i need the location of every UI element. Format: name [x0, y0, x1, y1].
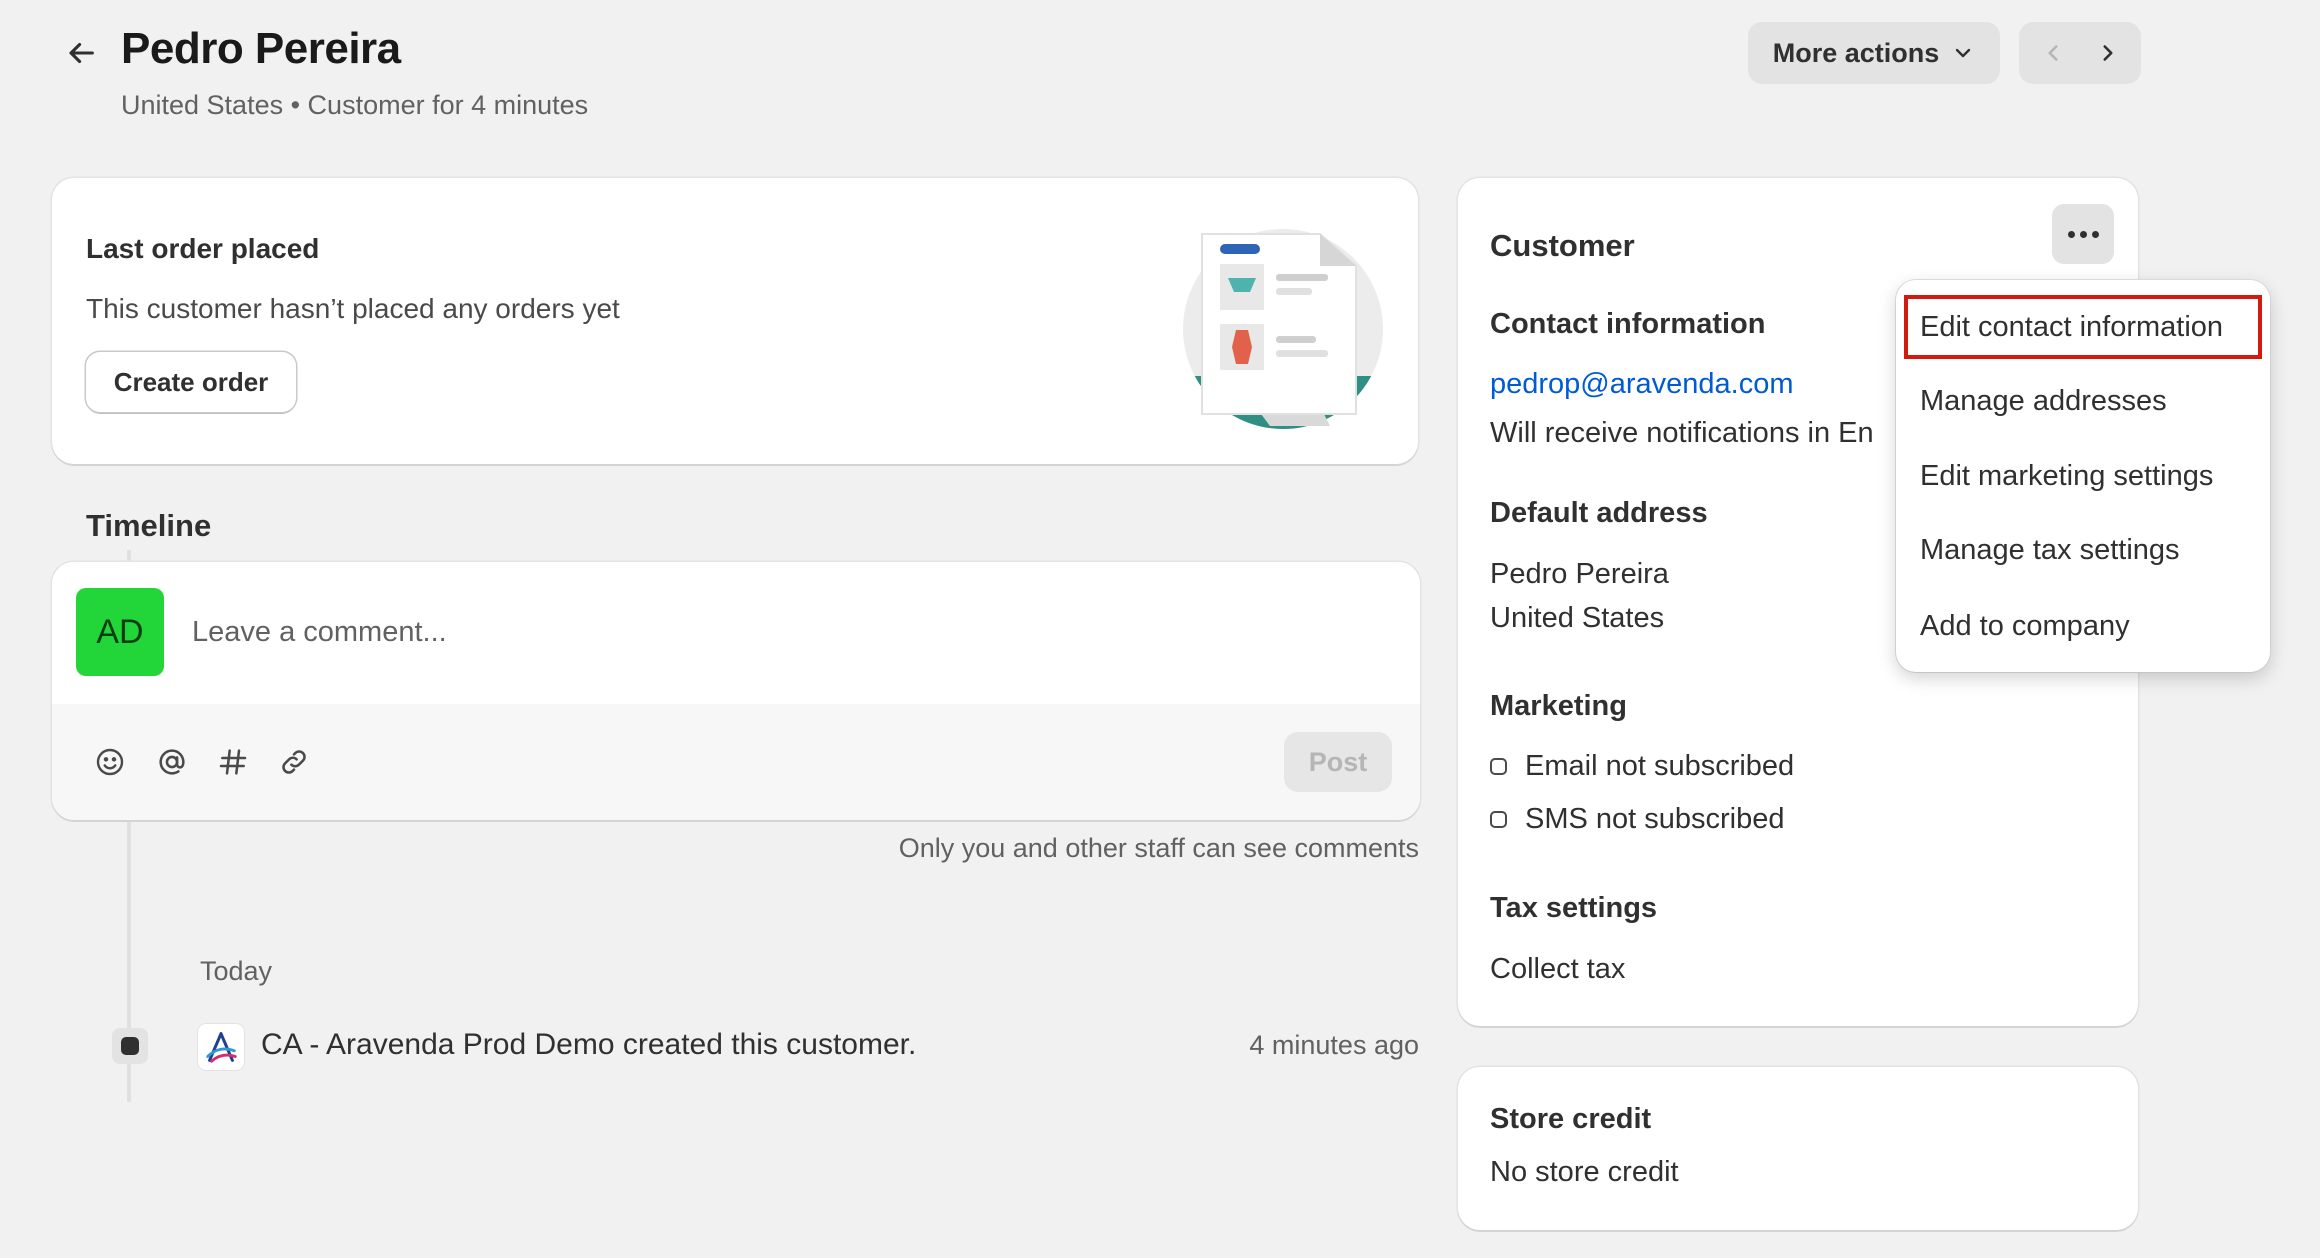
- order-illustration-icon: [1183, 229, 1383, 429]
- timeline-event-time: 4 minutes ago: [1249, 1030, 1419, 1060]
- customer-actions-menu: Edit contact information Manage addresse…: [1896, 280, 2270, 672]
- comment-input[interactable]: [192, 602, 1372, 662]
- menu-item-manage-tax-settings[interactable]: Manage tax settings: [1920, 534, 2180, 567]
- at-sign-icon: [159, 749, 185, 775]
- menu-item-add-to-company[interactable]: Add to company: [1920, 610, 2130, 643]
- menu-item-manage-addresses[interactable]: Manage addresses: [1920, 385, 2167, 418]
- aravenda-logo-icon: [206, 1032, 237, 1063]
- record-pager: [2019, 22, 2141, 84]
- customer-card-title: Customer: [1490, 228, 1635, 263]
- staff-visibility-note: Only you and other staff can see comment…: [898, 833, 1419, 863]
- attach-button[interactable]: [272, 740, 316, 784]
- chevron-left-icon: [2047, 45, 2058, 61]
- last-order-card: Last order placed This customer hasn’t p…: [52, 178, 1418, 464]
- create-order-button[interactable]: Create order: [86, 352, 296, 412]
- comment-toolbar: [52, 704, 1420, 820]
- arrow-left-icon: [69, 42, 94, 64]
- avatar: AD: [76, 588, 164, 676]
- address-country: United States: [1490, 602, 1665, 634]
- sms-marketing-status: SMS not subscribed: [1490, 803, 1785, 836]
- status-indicator-icon: [1490, 758, 1507, 775]
- store-credit-heading: Store credit: [1490, 1103, 1652, 1135]
- customer-actions-button[interactable]: [2052, 204, 2114, 264]
- page-subtitle: United States • Customer for 4 minutes: [121, 90, 589, 120]
- sms-marketing-label: SMS not subscribed: [1525, 803, 1785, 835]
- timeline-dot: [121, 1037, 139, 1055]
- email-marketing-label: Email not subscribed: [1525, 750, 1795, 782]
- more-actions-button[interactable]: More actions: [1748, 22, 2000, 84]
- chevron-down-icon: [1956, 48, 1971, 58]
- contact-information-heading: Contact information: [1490, 308, 1766, 340]
- last-order-title: Last order placed: [86, 233, 320, 264]
- chevron-right-icon: [2102, 45, 2113, 61]
- store-credit-card: Store credit No store credit: [1458, 1067, 2138, 1230]
- page-title: Pedro Pereira: [121, 24, 401, 73]
- post-button[interactable]: Post: [1284, 732, 1392, 792]
- comment-composer: AD Post: [52, 562, 1420, 820]
- link-icon: [282, 750, 306, 774]
- hashtag-icon: [219, 749, 247, 775]
- timeline-event-text: CA - Aravenda Prod Demo created this cus…: [261, 1028, 917, 1061]
- smiley-icon: [96, 748, 124, 776]
- tax-settings-heading: Tax settings: [1490, 892, 1658, 924]
- previous-button[interactable]: [2028, 28, 2078, 78]
- timeline-title: Timeline: [86, 508, 212, 543]
- timeline-day-label: Today: [200, 956, 273, 986]
- tax-settings-value: Collect tax: [1490, 953, 1626, 985]
- email-marketing-status: Email not subscribed: [1490, 750, 1794, 783]
- more-actions-label: More actions: [1772, 37, 1940, 68]
- mention-button[interactable]: [150, 740, 194, 784]
- default-address-heading: Default address: [1490, 497, 1708, 529]
- timeline-event-marker: [112, 1028, 148, 1064]
- customer-email-link[interactable]: pedrop@aravenda.com: [1490, 368, 1794, 401]
- menu-item-edit-marketing-settings[interactable]: Edit marketing settings: [1920, 460, 2213, 493]
- ellipsis-icon: [2067, 230, 2099, 238]
- back-button[interactable]: [56, 28, 106, 78]
- marketing-heading: Marketing: [1490, 690, 1627, 722]
- menu-item-edit-contact-information[interactable]: Edit contact information: [1920, 311, 2223, 344]
- emoji-button[interactable]: [88, 740, 132, 784]
- store-credit-value: No store credit: [1490, 1156, 1679, 1188]
- address-name: Pedro Pereira: [1490, 558, 1669, 590]
- last-order-empty-text: This customer hasn’t placed any orders y…: [86, 293, 620, 324]
- status-indicator-icon: [1490, 811, 1507, 828]
- hashtag-button[interactable]: [211, 740, 255, 784]
- aravenda-logo-icon: [198, 1024, 244, 1070]
- notification-language-text: Will receive notifications in En: [1490, 417, 1874, 449]
- next-button[interactable]: [2083, 28, 2133, 78]
